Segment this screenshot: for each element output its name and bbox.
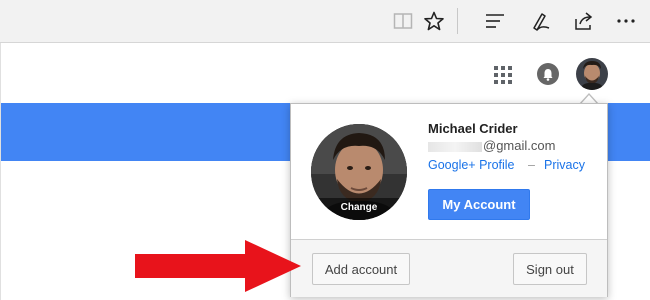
privacy-link[interactable]: Privacy: [544, 158, 585, 172]
link-separator: –: [528, 158, 535, 172]
google-plus-profile-link[interactable]: Google+ Profile: [428, 158, 515, 172]
add-account-button[interactable]: Add account: [312, 253, 410, 285]
sign-out-button[interactable]: Sign out: [513, 253, 587, 285]
page-edge: [0, 43, 1, 300]
change-photo-label[interactable]: Change: [311, 198, 407, 220]
email-redaction: [428, 141, 482, 152]
account-avatar-icon[interactable]: [576, 58, 608, 90]
profile-photo[interactable]: Change: [311, 124, 407, 220]
favorite-star-icon[interactable]: [421, 8, 447, 34]
account-popup: Change Michael Crider @gmail.com Google+…: [290, 103, 608, 297]
user-email: @gmail.com: [428, 138, 555, 153]
browser-toolbar: [0, 0, 650, 43]
red-arrow-annotation: [135, 240, 301, 292]
popup-footer: Add account Sign out: [291, 239, 607, 297]
share-icon[interactable]: [571, 8, 597, 34]
toolbar-divider: [457, 8, 458, 34]
user-name: Michael Crider: [428, 121, 518, 136]
hub-icon[interactable]: [482, 8, 508, 34]
web-note-icon[interactable]: [528, 8, 554, 34]
reading-view-icon[interactable]: [390, 8, 416, 34]
notifications-bell-icon[interactable]: [537, 63, 559, 85]
more-icon[interactable]: [613, 8, 639, 34]
my-account-button[interactable]: My Account: [428, 189, 530, 220]
email-domain: @gmail.com: [483, 138, 556, 153]
apps-grid-icon[interactable]: [494, 66, 512, 84]
